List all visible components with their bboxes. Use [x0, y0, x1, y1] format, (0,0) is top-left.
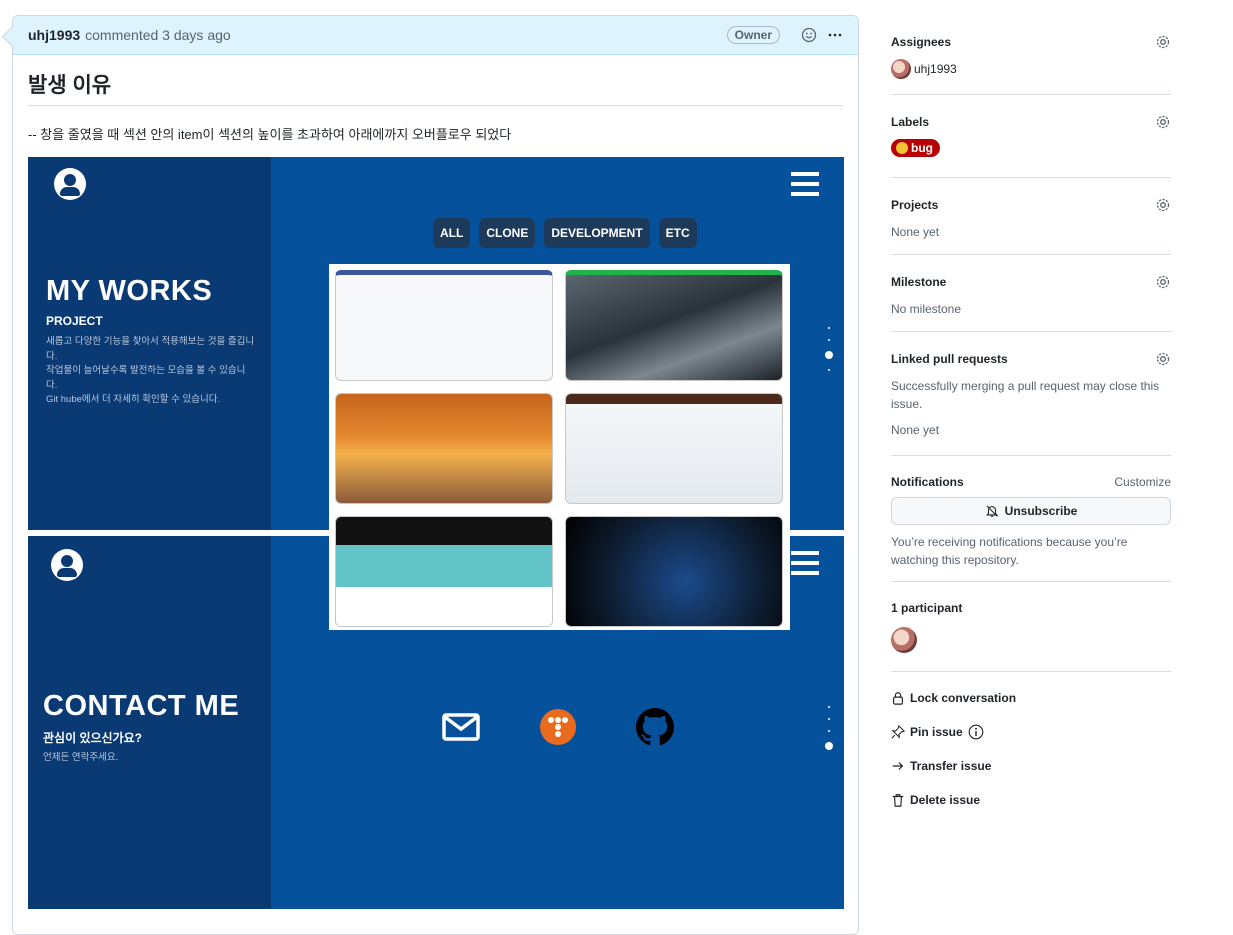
- milestone-section: Milestone No milestone: [891, 255, 1171, 332]
- notifications-title: Notifications: [891, 475, 964, 489]
- participant-avatar[interactable]: [891, 627, 917, 653]
- assignee-name: uhj1993: [914, 62, 957, 76]
- hamburger-menu-icon: [791, 551, 819, 575]
- linked-prs-section: Linked pull requests Successfully mergin…: [891, 332, 1171, 456]
- comment-header: uhj1993 commented 3 days ago Owner: [13, 16, 858, 55]
- mail-icon: [442, 713, 480, 741]
- gear-icon[interactable]: [1155, 114, 1171, 130]
- gear-icon[interactable]: [1155, 197, 1171, 213]
- emoji-reaction-icon[interactable]: [800, 26, 818, 44]
- gear-icon[interactable]: [1155, 274, 1171, 290]
- filter-all: ALL: [433, 218, 471, 248]
- pin-icon: [891, 725, 905, 739]
- section-dots: [824, 327, 834, 381]
- bug-label[interactable]: bug: [891, 139, 940, 157]
- contact-subtitle: 관심이 있으신가요?: [43, 731, 142, 745]
- notifications-section: Notifications Customize Unsubscribe You’…: [891, 456, 1171, 582]
- project-card: [335, 516, 553, 627]
- project-card: [565, 393, 783, 504]
- project-grid: [329, 264, 790, 630]
- section-dots: [824, 706, 834, 760]
- contact-description: 언제든 연락주세요.: [43, 752, 119, 763]
- kebab-menu-icon[interactable]: [826, 26, 844, 44]
- trash-icon: [892, 794, 904, 807]
- works-subtitle: PROJECT: [46, 314, 103, 328]
- comment-body: 발생 이유 -- 창을 줄였을 때 섹션 안의 item이 섹션의 높이를 초과…: [13, 55, 858, 143]
- assignee-user[interactable]: uhj1993: [891, 59, 1171, 79]
- avatar: [891, 59, 911, 79]
- comment-author[interactable]: uhj1993: [28, 27, 80, 43]
- project-card: [335, 393, 553, 504]
- owner-badge: Owner: [726, 26, 780, 44]
- gear-icon[interactable]: [1155, 351, 1171, 367]
- projects-title: Projects: [891, 198, 939, 212]
- filter-clone: CLONE: [479, 218, 536, 248]
- works-title: MY WORKS: [46, 275, 213, 307]
- lock-icon: [893, 692, 903, 705]
- tistory-icon: [540, 709, 576, 745]
- issue-comment: uhj1993 commented 3 days ago Owner 발생 이유…: [12, 15, 859, 935]
- filter-etc: ETC: [658, 218, 697, 248]
- unsubscribe-button[interactable]: Unsubscribe: [891, 497, 1171, 525]
- linked-prs-value: None yet: [891, 423, 940, 437]
- project-card: [335, 270, 553, 381]
- arrow-right-icon: [892, 762, 904, 770]
- info-icon[interactable]: [968, 724, 984, 740]
- lock-conversation-action[interactable]: Lock conversation: [891, 681, 1171, 715]
- filter-development: DEVELOPMENT: [544, 218, 650, 248]
- bell-slash-icon: [985, 505, 998, 517]
- projects-value: None yet: [891, 225, 940, 239]
- profile-icon: [51, 549, 83, 581]
- project-card: [565, 270, 783, 381]
- customize-link[interactable]: Customize: [1114, 475, 1171, 489]
- profile-icon: [54, 168, 86, 200]
- hamburger-menu-icon: [791, 172, 819, 196]
- projects-section: Projects None yet: [891, 178, 1171, 255]
- milestone-value: No milestone: [891, 302, 962, 316]
- comment-text: -- 창을 줄였을 때 섹션 안의 item이 섹션의 높이를 초과하여 아래에…: [28, 127, 512, 142]
- transfer-issue-action[interactable]: Transfer issue: [891, 749, 1171, 783]
- contact-title: CONTACT ME: [43, 690, 240, 722]
- participants-title: 1 participant: [891, 601, 963, 615]
- milestone-title: Milestone: [891, 275, 947, 289]
- issue-actions: Lock conversation Pin issue Transfer iss…: [891, 672, 1171, 817]
- gear-icon[interactable]: [1155, 34, 1171, 50]
- assignees-title: Assignees: [891, 35, 952, 49]
- issue-sidebar: Assignees uhj1993 Labels bug Projects No…: [891, 22, 1171, 817]
- assignees-section: Assignees uhj1993: [891, 22, 1171, 95]
- github-icon: [636, 708, 674, 746]
- notifications-description: You’re receiving notifications because y…: [891, 535, 1128, 567]
- linked-prs-title: Linked pull requests: [891, 352, 1008, 366]
- comment-heading: 발생 이유: [28, 69, 843, 106]
- comment-timestamp[interactable]: commented 3 days ago: [85, 27, 231, 43]
- pin-issue-action[interactable]: Pin issue: [891, 715, 1171, 749]
- works-filter-bar: ALL CLONE DEVELOPMENT ETC: [433, 218, 697, 248]
- sad-face-icon: [896, 142, 908, 154]
- delete-issue-action[interactable]: Delete issue: [891, 783, 1171, 817]
- project-card: [565, 516, 783, 627]
- works-description: 새롭고 다양한 기능을 찾아서 적용해보는 것을 즐깁니다. 작업물이 늘어날수…: [46, 336, 255, 405]
- labels-section: Labels bug: [891, 95, 1171, 178]
- linked-prs-description: Successfully merging a pull request may …: [891, 379, 1160, 411]
- contact-icons: [442, 708, 674, 746]
- participants-section: 1 participant: [891, 582, 1171, 672]
- labels-title: Labels: [891, 115, 930, 129]
